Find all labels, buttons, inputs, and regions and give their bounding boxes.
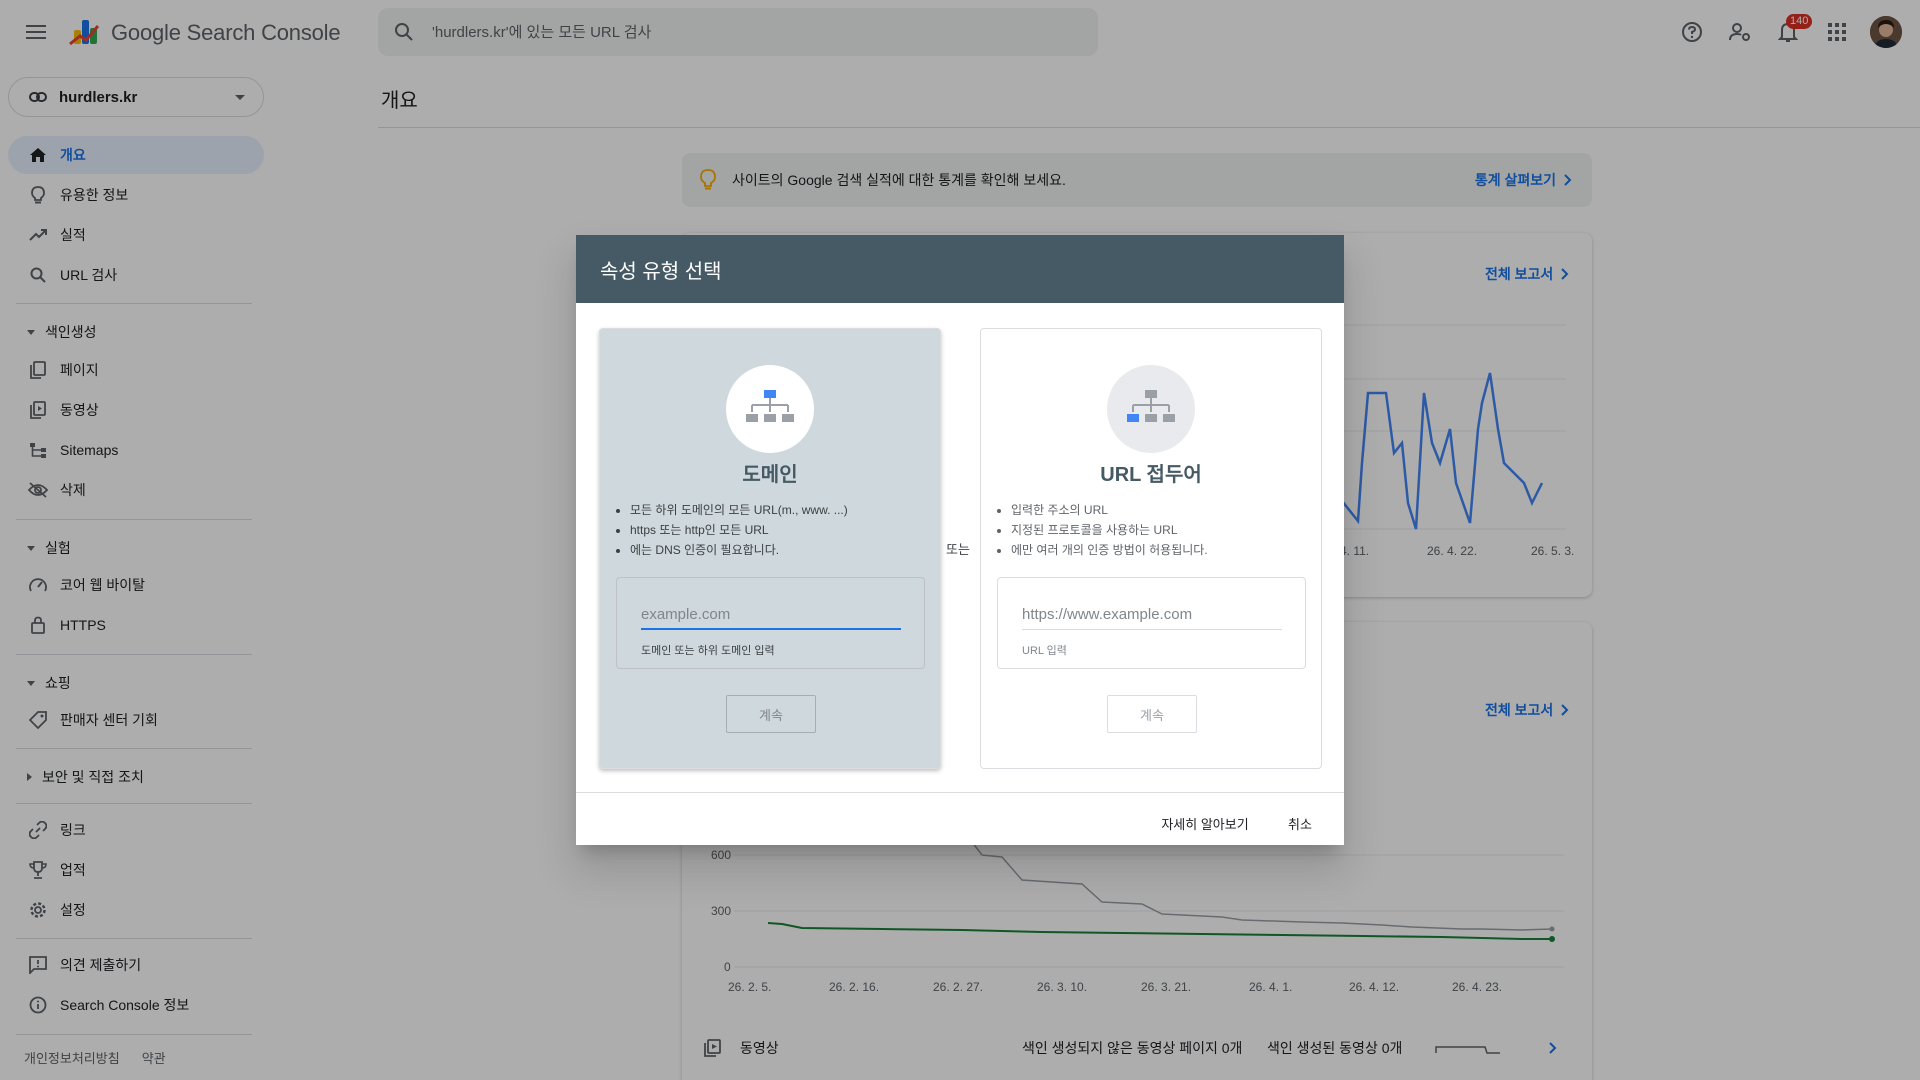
property-type-dialog: 속성 유형 선택 도메인 모든 하위 도메인의 모든 URL(m., www. … xyxy=(576,235,1344,845)
url-prefix-input-help: URL 입력 xyxy=(1022,645,1067,657)
url-prefix-continue-button[interactable]: 계속 xyxy=(1107,695,1197,733)
domain-bullet: 에는 DNS 인증이 필요합니다. xyxy=(630,540,926,560)
url-prefix-bullet: 지정된 프로토콜을 사용하는 URL xyxy=(1011,520,1307,540)
domain-option-description: 모든 하위 도메인의 모든 URL(m., www. ...) https 또는… xyxy=(616,500,926,560)
domain-option-title: 도메인 xyxy=(742,464,798,486)
domain-input[interactable] xyxy=(641,604,901,630)
domain-bullet: 모든 하위 도메인의 모든 URL(m., www. ...) xyxy=(630,500,926,520)
url-prefix-bullet: 입력한 주소의 URL xyxy=(1011,500,1307,520)
url-prefix-property-option[interactable]: URL 접두어 입력한 주소의 URL 지정된 프로토콜을 사용하는 URL 에… xyxy=(980,328,1322,769)
url-prefix-input[interactable] xyxy=(1022,604,1282,630)
cancel-button[interactable]: 취소 xyxy=(1276,806,1324,840)
domain-property-option[interactable]: 도메인 모든 하위 도메인의 모든 URL(m., www. ...) http… xyxy=(599,328,941,769)
search-console-app: Google Search Console 140 hurdlers.kr xyxy=(0,0,1920,1080)
domain-input-help: 도메인 또는 하위 도메인 입력 xyxy=(641,645,775,657)
url-prefix-option-title: URL 접두어 xyxy=(1100,464,1202,486)
domain-sitemap-icon xyxy=(726,365,814,453)
url-prefix-option-description: 입력한 주소의 URL 지정된 프로토콜을 사용하는 URL 에만 여러 개의 … xyxy=(997,500,1307,560)
dialog-footer-divider xyxy=(576,792,1344,793)
url-prefix-field-container: URL 입력 xyxy=(997,577,1306,669)
or-separator: 또는 xyxy=(946,542,970,557)
domain-continue-button[interactable]: 계속 xyxy=(726,695,816,733)
url-prefix-sitemap-icon xyxy=(1107,365,1195,453)
domain-bullet: https 또는 http인 모든 URL xyxy=(630,520,926,540)
url-prefix-bullet: 에만 여러 개의 인증 방법이 허용됩니다. xyxy=(1011,540,1307,560)
domain-field-container: 도메인 또는 하위 도메인 입력 xyxy=(616,577,925,669)
learn-more-button[interactable]: 자세히 알아보기 xyxy=(1146,806,1264,840)
dialog-title: 속성 유형 선택 xyxy=(600,260,722,283)
dialog-header: 속성 유형 선택 xyxy=(576,235,1344,303)
